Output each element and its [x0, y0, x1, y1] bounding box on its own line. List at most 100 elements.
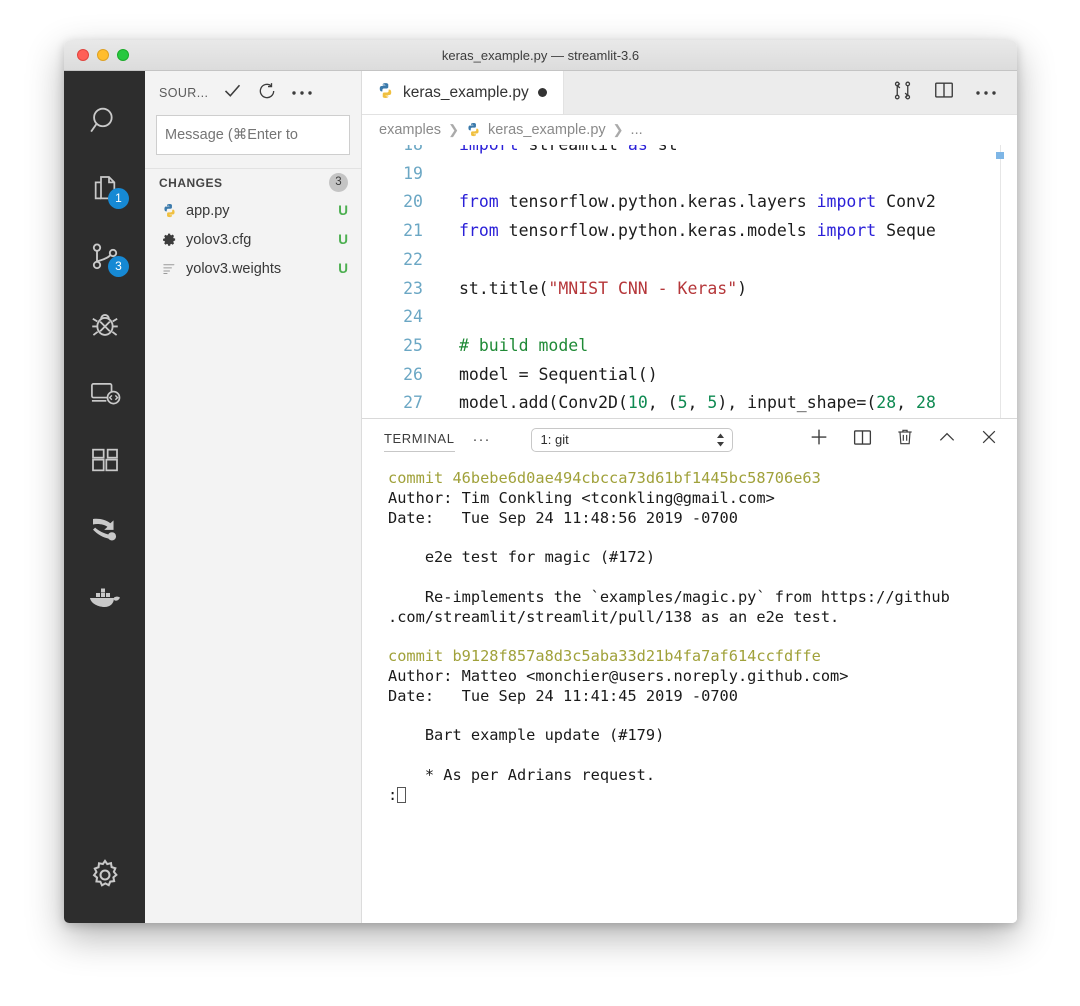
changes-header[interactable]: CHANGES 3	[145, 169, 361, 196]
commit-message-input[interactable]	[156, 115, 350, 155]
refresh-icon	[257, 81, 277, 106]
close-icon	[979, 427, 999, 452]
line-number: 27	[362, 389, 440, 418]
close-button[interactable]	[77, 49, 89, 61]
check-icon	[222, 80, 243, 106]
code-line: 25# build model	[362, 332, 1017, 361]
activity-item-remote-explorer[interactable]	[64, 359, 145, 427]
split-editor-button[interactable]	[933, 79, 955, 106]
traffic-lights	[77, 49, 129, 61]
terminal-line: e2e test for magic (#172)	[388, 548, 1017, 568]
changes-section: CHANGES 3 app.py U	[145, 168, 361, 283]
code-line: 22	[362, 246, 1017, 275]
activity-item-search[interactable]	[64, 87, 145, 155]
line-content: model = Sequential()	[440, 361, 1017, 390]
terminal-line: Date: Tue Sep 24 11:41:45 2019 -0700	[388, 687, 1017, 707]
activity-item-settings[interactable]	[64, 841, 145, 909]
split-terminal-button[interactable]	[852, 427, 873, 453]
plus-icon	[808, 426, 830, 453]
split-editor-icon	[933, 79, 955, 106]
text-file-icon	[161, 261, 177, 277]
scm-header: SOUR...	[145, 71, 361, 115]
split-editor-icon	[852, 427, 873, 453]
terminal-line	[388, 568, 1017, 588]
list-item[interactable]: app.py U	[145, 196, 361, 225]
code-line: 23st.title("MNIST CNN - Keras")	[362, 275, 1017, 304]
breadcrumb-item-folder[interactable]: examples	[379, 122, 441, 138]
editor-more-actions-button[interactable]	[975, 84, 997, 102]
terminal-line: Author: Tim Conkling <tconkling@gmail.co…	[388, 489, 1017, 509]
minimize-button[interactable]	[97, 49, 109, 61]
source-control-badge: 3	[108, 256, 129, 277]
panel-header: TERMINAL ··· 1: git	[362, 419, 1017, 460]
line-number: 19	[362, 160, 440, 189]
line-content	[440, 246, 1017, 275]
python-file-icon	[377, 82, 394, 104]
maximize-panel-button[interactable]	[937, 427, 957, 452]
terminal-line: Author: Matteo <monchier@users.noreply.g…	[388, 667, 1017, 687]
terminal-line	[388, 528, 1017, 548]
line-content	[440, 160, 1017, 189]
line-content: # build model	[440, 332, 1017, 361]
terminal-line	[388, 627, 1017, 647]
zoom-button[interactable]	[117, 49, 129, 61]
list-item[interactable]: yolov3.weights U	[145, 254, 361, 283]
line-content: model.add(MaxPooling2D(pool_size=(2, 2))…	[440, 418, 1017, 419]
line-content: st.title("MNIST CNN - Keras")	[440, 275, 1017, 304]
kill-terminal-button[interactable]	[895, 427, 915, 452]
bottom-panel: TERMINAL ··· 1: git	[362, 419, 1017, 923]
code-line: 27model.add(Conv2D(10, (5, 5), input_sha…	[362, 389, 1017, 418]
terminal-line: Re-implements the `examples/magic.py` fr…	[388, 588, 1017, 608]
python-file-icon	[161, 203, 177, 219]
scm-title: SOUR...	[159, 86, 208, 100]
breadcrumb-item-file[interactable]: keras_example.py	[488, 122, 606, 138]
line-number: 25	[362, 332, 440, 361]
line-content: from tensorflow.python.keras.layers impo…	[440, 188, 1017, 217]
activity-item-explorer[interactable]: 1	[64, 155, 145, 223]
changes-label: CHANGES	[159, 176, 329, 190]
editor-tabs-bar: keras_example.py	[362, 71, 1017, 115]
debug-icon	[88, 308, 122, 342]
activity-item-debug[interactable]	[64, 291, 145, 359]
line-number: 20	[362, 188, 440, 217]
panel-actions	[808, 426, 999, 453]
refresh-button[interactable]	[257, 81, 277, 106]
terminal-selector[interactable]: 1: git	[531, 428, 733, 452]
close-panel-button[interactable]	[979, 427, 999, 452]
terminal-line: commit b9128f857a8d3c5aba33d21b4fa7af614…	[388, 647, 1017, 667]
activity-item-source-control[interactable]: 3	[64, 223, 145, 291]
terminal-prompt[interactable]: :	[388, 786, 1017, 806]
chevron-up-icon	[937, 427, 957, 452]
tab-terminal[interactable]: TERMINAL	[384, 431, 455, 452]
line-number: 21	[362, 217, 440, 246]
python-file-icon	[466, 122, 481, 139]
tabs-spacer	[564, 71, 892, 114]
terminal-output[interactable]: commit 46bebe6d0ae494cbcca73d61bf1445bc5…	[362, 460, 1017, 923]
docker-whale-icon	[87, 584, 123, 610]
line-number: 23	[362, 275, 440, 304]
unsaved-indicator-icon	[538, 88, 547, 97]
activity-item-docker[interactable]	[64, 563, 145, 631]
stepper-arrows-icon	[716, 433, 725, 447]
panel-more-button[interactable]: ···	[473, 431, 491, 448]
list-item[interactable]: yolov3.cfg U	[145, 225, 361, 254]
commit-button[interactable]	[222, 80, 243, 106]
split-compare-button[interactable]	[892, 80, 913, 106]
change-file-name: yolov3.cfg	[186, 232, 329, 248]
title-bar: keras_example.py — streamlit-3.6	[64, 40, 1017, 71]
more-actions-button[interactable]	[291, 84, 313, 102]
code-lines: 18import streamlit as st1920from tensorf…	[362, 145, 1017, 419]
live-share-icon	[89, 513, 121, 545]
code-editor[interactable]: 18import streamlit as st1920from tensorf…	[362, 145, 1017, 419]
activity-item-extensions[interactable]	[64, 427, 145, 495]
line-number: 24	[362, 303, 440, 332]
minimap-rail[interactable]	[1000, 145, 1001, 418]
breadcrumb-item-symbol[interactable]: ...	[631, 122, 643, 138]
vscode-window: keras_example.py — streamlit-3.6 1	[64, 40, 1017, 923]
activity-item-live-share[interactable]	[64, 495, 145, 563]
change-file-status: U	[338, 203, 348, 218]
line-content	[440, 303, 1017, 332]
new-terminal-button[interactable]	[808, 426, 830, 453]
tab-keras-example-py[interactable]: keras_example.py	[362, 71, 564, 114]
workbench: 1 3	[64, 71, 1017, 923]
